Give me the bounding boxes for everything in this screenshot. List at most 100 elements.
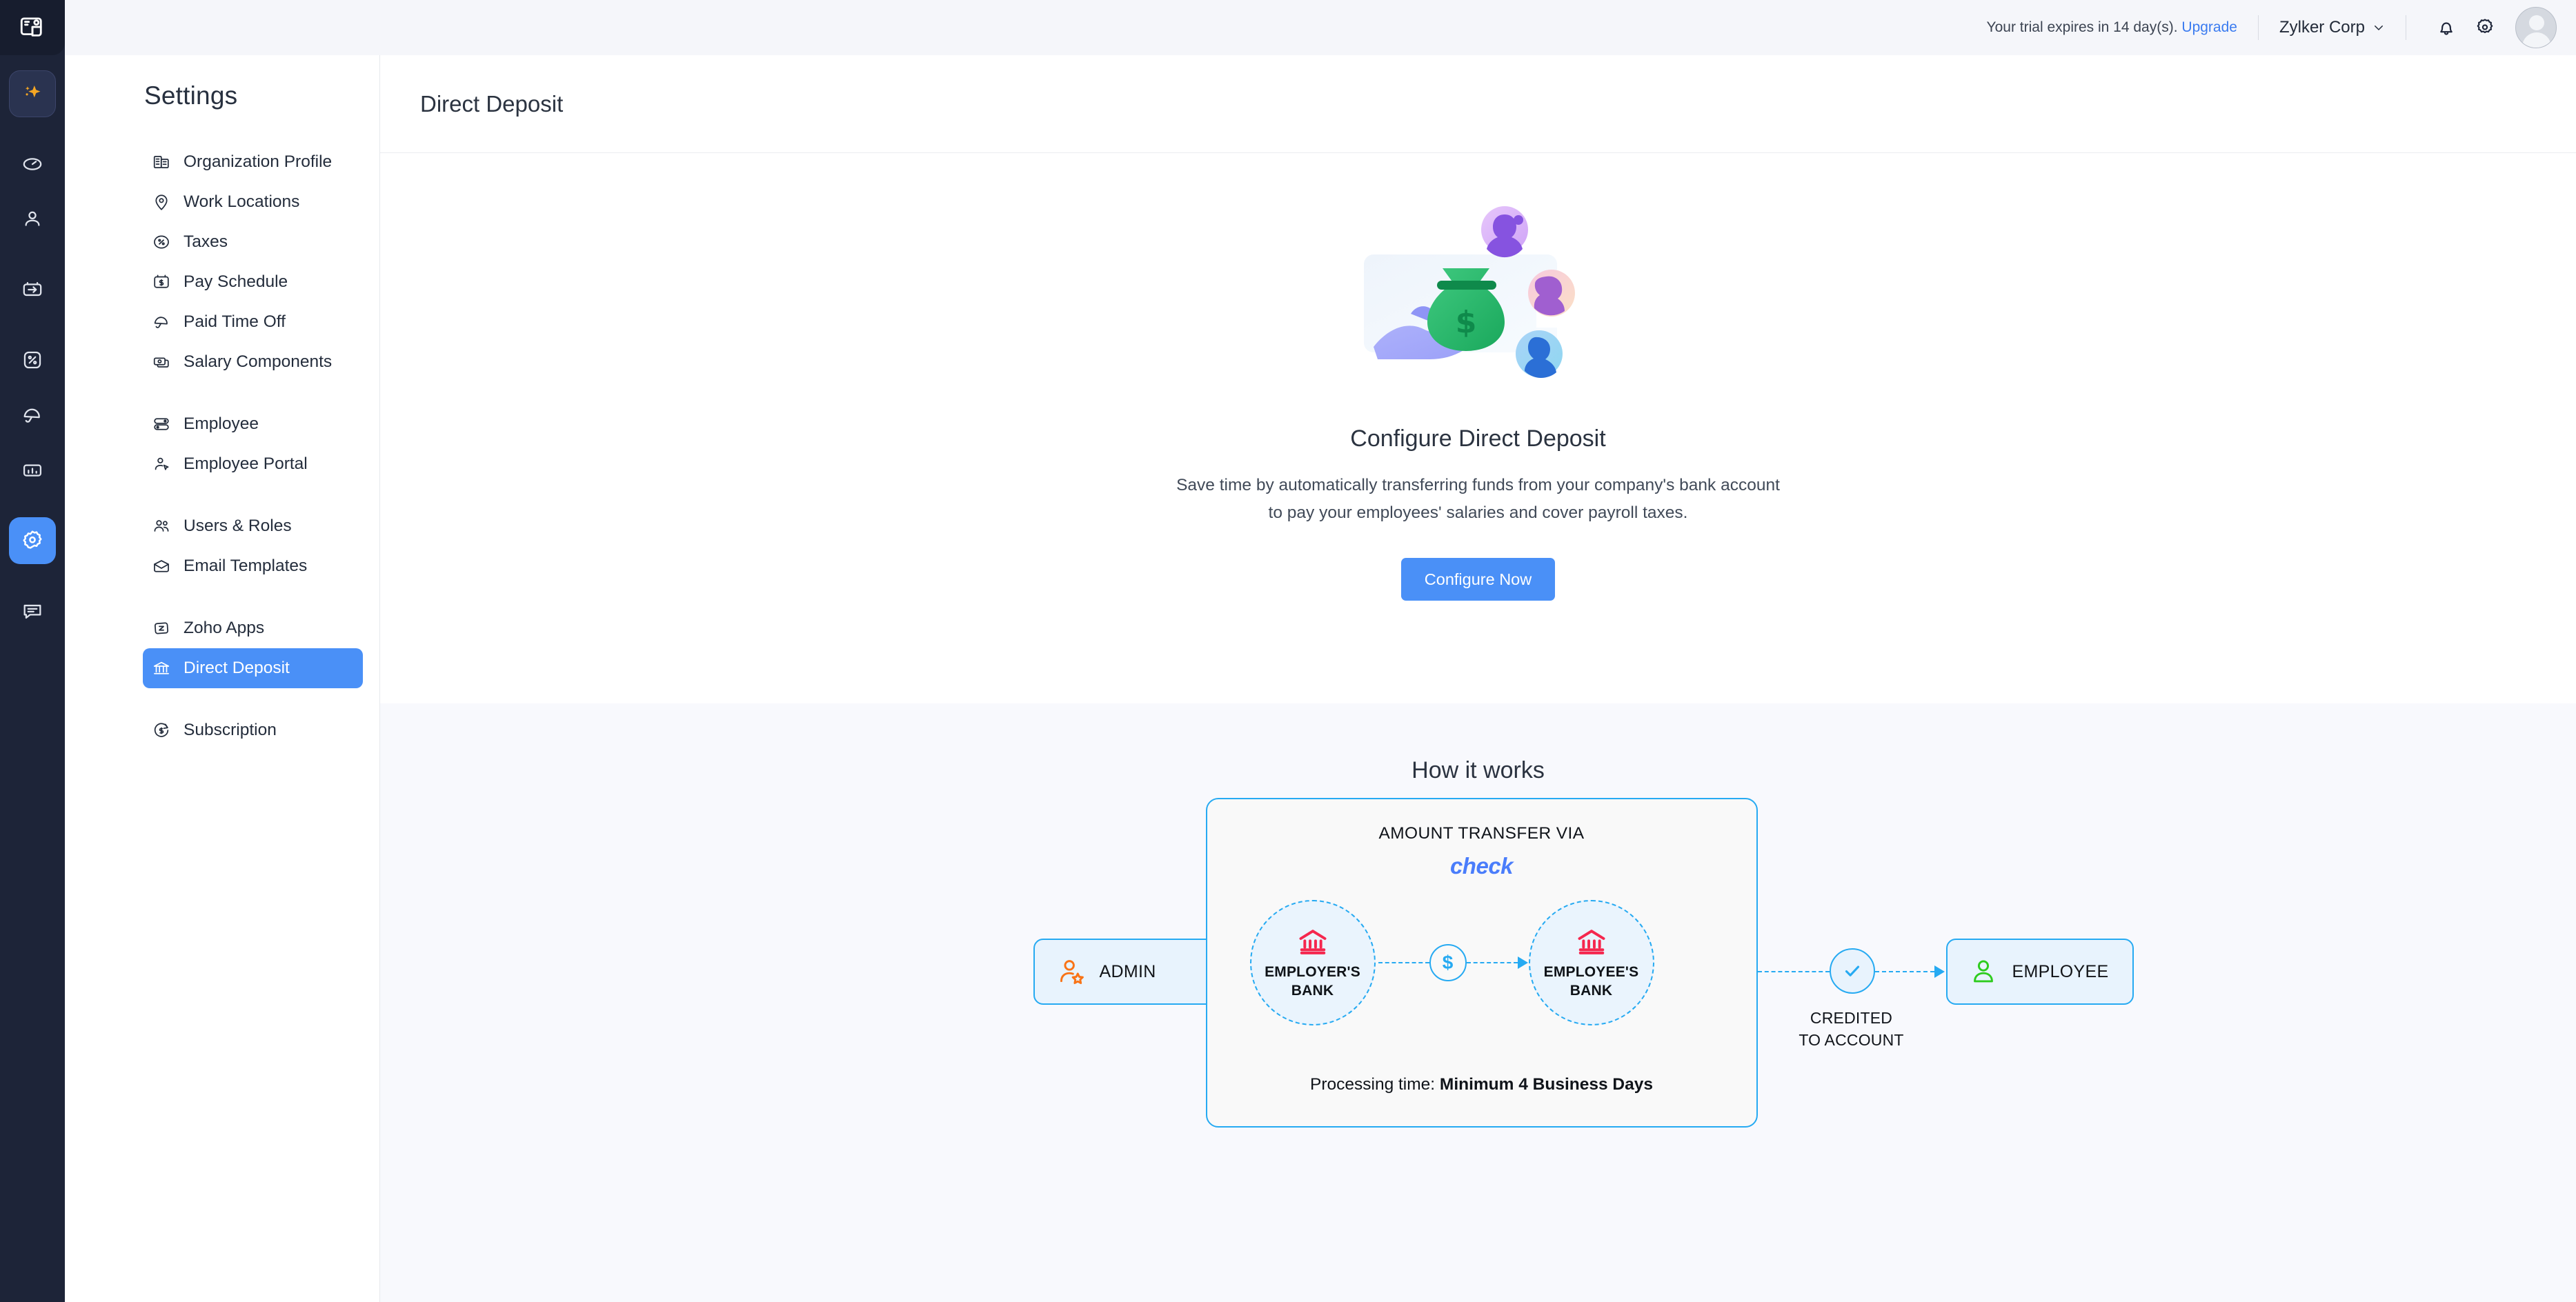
flow-node-employer-bank: EMPLOYER'S BANK (1250, 900, 1376, 1025)
bell-icon (2435, 17, 2457, 39)
rail-item-taxes[interactable] (9, 337, 56, 383)
org-name: Zylker Corp (2279, 18, 2365, 37)
sidebar-item-label: Salary Components (184, 352, 332, 372)
sidebar-item-label: Organization Profile (184, 152, 332, 172)
page-header: Direct Deposit (380, 55, 2576, 153)
org-switcher[interactable]: Zylker Corp (2279, 18, 2385, 37)
flow-arrowhead-icon (1934, 965, 1945, 978)
flow-connector-credited-employee (1875, 971, 1934, 972)
flow-node-employee-label: EMPLOYEE (2012, 962, 2109, 982)
icon-rail (0, 0, 65, 1302)
rail-item-reports[interactable] (9, 447, 56, 494)
check-brand-logo: check (1207, 853, 1756, 879)
flow-node-employee-bank: EMPLOYEE'S BANK (1529, 900, 1654, 1025)
app-logo[interactable] (0, 0, 65, 55)
nav-separator (65, 484, 379, 506)
sidebar-item-taxes[interactable]: Taxes (143, 222, 363, 262)
sidebar-item-email-templates[interactable]: Email Templates (143, 546, 363, 586)
sidebar-item-paid-time-off[interactable]: Paid Time Off (143, 302, 363, 342)
upgrade-link[interactable]: Upgrade (2181, 19, 2237, 35)
employee-bank-label: EMPLOYEE'S BANK (1544, 963, 1639, 1001)
bank-icon (1296, 925, 1330, 959)
how-it-works-section: How it works ADMIN (380, 703, 2576, 1302)
flow-node-admin: ADMIN (1033, 939, 1228, 1005)
sidebar-item-label: Subscription (184, 721, 277, 740)
gear-icon (20, 528, 45, 553)
rail-item-chat[interactable] (9, 588, 56, 634)
rail-item-ai-assistant[interactable] (9, 70, 56, 117)
chevron-down-icon (2372, 21, 2385, 34)
settings-nav-list: Organization Profile Work Locations Taxe… (65, 110, 379, 750)
rail-items (9, 55, 56, 643)
sidebar-item-salary-components[interactable]: Salary Components (143, 342, 363, 382)
employer-bank-line1: EMPLOYER'S (1265, 963, 1360, 982)
top-bar: Your trial expires in 14 day(s). Upgrade… (65, 0, 2576, 55)
person-cursor-icon (151, 454, 172, 474)
flow-dollar-badge: $ (1429, 944, 1467, 981)
rail-item-benefits[interactable] (9, 392, 56, 439)
sidebar-item-direct-deposit[interactable]: Direct Deposit (143, 648, 363, 688)
sidebar-item-organization-profile[interactable]: Organization Profile (143, 142, 363, 182)
sidebar-item-label: Email Templates (184, 557, 307, 576)
settings-sidebar: Settings Organization Profile Work Lo (65, 0, 380, 1302)
sidebar-item-employee[interactable]: Employee (143, 404, 363, 444)
rail-item-pay-runs[interactable] (9, 266, 56, 313)
admin-person-star-icon (1056, 957, 1086, 987)
sidebar-item-label: Pay Schedule (184, 272, 288, 292)
money-stack-icon (151, 352, 172, 372)
avatar[interactable] (2515, 7, 2557, 48)
main-area: Your trial expires in 14 day(s). Upgrade… (380, 0, 2576, 1302)
rail-item-settings[interactable] (9, 517, 56, 564)
sidebar-item-pay-schedule[interactable]: Pay Schedule (143, 262, 363, 302)
employee-bank-line1: EMPLOYEE'S (1544, 963, 1639, 982)
sidebar-item-label: Taxes (184, 232, 228, 252)
flow-node-employee: EMPLOYEE (1946, 939, 2134, 1005)
employer-bank-label: EMPLOYER'S BANK (1265, 963, 1360, 1001)
building-icon (151, 152, 172, 172)
trial-notice: Your trial expires in 14 day(s). Upgrade (1987, 19, 2237, 36)
umbrella-icon (21, 403, 44, 427)
notifications-button[interactable] (2427, 8, 2466, 47)
beach-umbrella-icon (151, 312, 172, 332)
sidebar-item-users-roles[interactable]: Users & Roles (143, 506, 363, 546)
dollar-refresh-icon (151, 720, 172, 741)
sidebar-item-subscription[interactable]: Subscription (143, 710, 363, 750)
rail-item-dashboard[interactable] (9, 141, 56, 188)
credited-caption-line2: TO ACCOUNT (1787, 1030, 1916, 1052)
page-title: Direct Deposit (420, 91, 563, 117)
sidebar-item-label: Employee (184, 414, 259, 434)
dashboard-gauge-icon (21, 152, 44, 176)
flow-caption-credited-to-account: CREDITED TO ACCOUNT (1787, 1008, 1916, 1051)
gear-icon (2474, 17, 2496, 39)
sidebar-item-work-locations[interactable]: Work Locations (143, 182, 363, 222)
sidebar-item-label: Work Locations (184, 192, 299, 212)
hero-heading: Configure Direct Deposit (1350, 425, 1605, 452)
sidebar-item-zoho-apps[interactable]: Zoho Apps (143, 608, 363, 648)
users-icon (151, 516, 172, 537)
processing-time-text: Processing time: Minimum 4 Business Days (1207, 1075, 1756, 1094)
hero-description: Save time by automatically transferring … (1176, 472, 1780, 526)
nav-separator (65, 688, 379, 710)
sidebar-item-employee-portal[interactable]: Employee Portal (143, 444, 363, 484)
chat-icon (21, 599, 44, 623)
flow-connector-dollar-bank (1467, 962, 1518, 963)
how-it-works-heading: How it works (1411, 757, 1545, 784)
calendar-dollar-icon (151, 272, 172, 292)
direct-deposit-illustration-icon: $ (1347, 191, 1609, 419)
rail-item-employees[interactable] (9, 196, 56, 243)
hero-description-line1: Save time by automatically transferring … (1176, 472, 1780, 499)
flow-arrowhead-icon (1518, 957, 1528, 969)
percent-circle-icon (151, 232, 172, 252)
nav-separator (65, 586, 379, 608)
hero-empty-state: $ Configure Direct Deposit Save time by … (380, 153, 2576, 703)
divider (2258, 15, 2259, 40)
sparkle-icon (21, 82, 44, 106)
check-mark-icon (1841, 959, 1864, 983)
trial-text: Your trial expires in 14 day(s). (1987, 19, 2178, 35)
person-icon (21, 208, 44, 231)
toggle-list-icon (151, 414, 172, 434)
direct-deposit-flow-diagram: ADMIN APPROVE PAYROLL AMOUNT TRANSFER VI… (789, 810, 2168, 1169)
settings-button[interactable] (2466, 8, 2504, 47)
svg-text:$: $ (1455, 305, 1476, 340)
configure-now-button[interactable]: Configure Now (1401, 558, 1555, 601)
